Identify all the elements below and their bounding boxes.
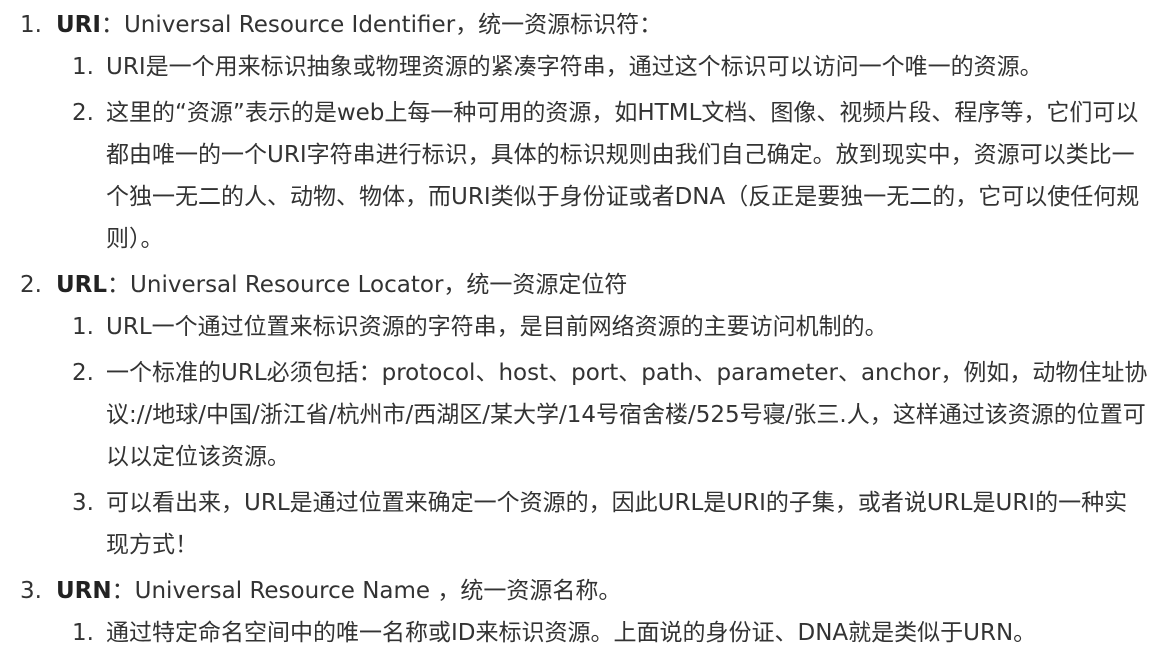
- sublist-text: URL一个通过位置来标识资源的字符串，是目前网络资源的主要访问机制的。: [106, 314, 888, 340]
- sublist-item: 1. URL一个通过位置来标识资源的字符串，是目前网络资源的主要访问机制的。: [72, 306, 1150, 348]
- sublist-item: 1. URI是一个用来标识抽象或物理资源的紧凑字符串，通过这个标识可以访问一个唯…: [72, 46, 1150, 88]
- list-item-uri: 1. URI：Universal Resource Identifier，统一资…: [20, 4, 1150, 46]
- list-item-url: 2. URL：Universal Resource Locator，统一资源定位…: [20, 264, 1150, 306]
- list-item-content: URN：Universal Resource Name ，统一资源名称。: [56, 570, 1150, 612]
- sublist-item: 3. 可以看出来，URL是通过位置来确定一个资源的，因此URL是URI的子集，或…: [72, 482, 1150, 566]
- sublist-number: 1.: [72, 314, 94, 340]
- list-number: 1.: [20, 12, 42, 38]
- sublist-item: 2. 这里的“资源”表示的是web上每一种可用的资源，如HTML文档、图像、视频…: [72, 92, 1150, 260]
- sublist-number: 2.: [72, 100, 94, 126]
- list-number: 3.: [20, 578, 42, 604]
- sublist-text: 这里的“资源”表示的是web上每一种可用的资源，如HTML文档、图像、视频片段、…: [106, 100, 1140, 252]
- sublist-text: URI是一个用来标识抽象或物理资源的紧凑字符串，通过这个标识可以访问一个唯一的资…: [106, 54, 1043, 80]
- term-url: URL: [56, 272, 108, 298]
- sublist-number: 2.: [72, 360, 94, 386]
- sublist-url: 1. URL一个通过位置来标识资源的字符串，是目前网络资源的主要访问机制的。 2…: [20, 306, 1150, 566]
- sublist-text: 通过特定命名空间中的唯一名称或ID来标识资源。上面说的身份证、DNA就是类似于U…: [106, 620, 1037, 646]
- list-item-content: URL：Universal Resource Locator，统一资源定位符: [56, 264, 1150, 306]
- list-item-content: URI：Universal Resource Identifier，统一资源标识…: [56, 4, 1150, 46]
- sublist-number: 1.: [72, 620, 94, 646]
- list-item-urn: 3. URN：Universal Resource Name ，统一资源名称。: [20, 570, 1150, 612]
- term-description: ：Universal Resource Name ，统一资源名称。: [111, 578, 622, 604]
- sublist-number: 1.: [72, 54, 94, 80]
- sublist-number: 3.: [72, 490, 94, 516]
- document-body: 1. URI：Universal Resource Identifier，统一资…: [0, 0, 1164, 652]
- list-number: 2.: [20, 272, 42, 298]
- sublist-uri: 1. URI是一个用来标识抽象或物理资源的紧凑字符串，通过这个标识可以访问一个唯…: [20, 46, 1150, 260]
- sublist-text: 一个标准的URL必须包括：protocol、host、port、path、par…: [106, 360, 1148, 470]
- term-description: ：Universal Resource Identifier，统一资源标识符：: [100, 12, 663, 38]
- sublist-urn: 1. 通过特定命名空间中的唯一名称或ID来标识资源。上面说的身份证、DNA就是类…: [20, 612, 1150, 652]
- sublist-text: 可以看出来，URL是通过位置来确定一个资源的，因此URL是URI的子集，或者说U…: [106, 490, 1128, 558]
- sublist-item: 2. 一个标准的URL必须包括：protocol、host、port、path、…: [72, 352, 1150, 478]
- term-urn: URN: [56, 578, 112, 604]
- term-description: ：Universal Resource Locator，统一资源定位符: [107, 272, 628, 298]
- sublist-item: 1. 通过特定命名空间中的唯一名称或ID来标识资源。上面说的身份证、DNA就是类…: [72, 612, 1150, 652]
- term-uri: URI: [56, 12, 101, 38]
